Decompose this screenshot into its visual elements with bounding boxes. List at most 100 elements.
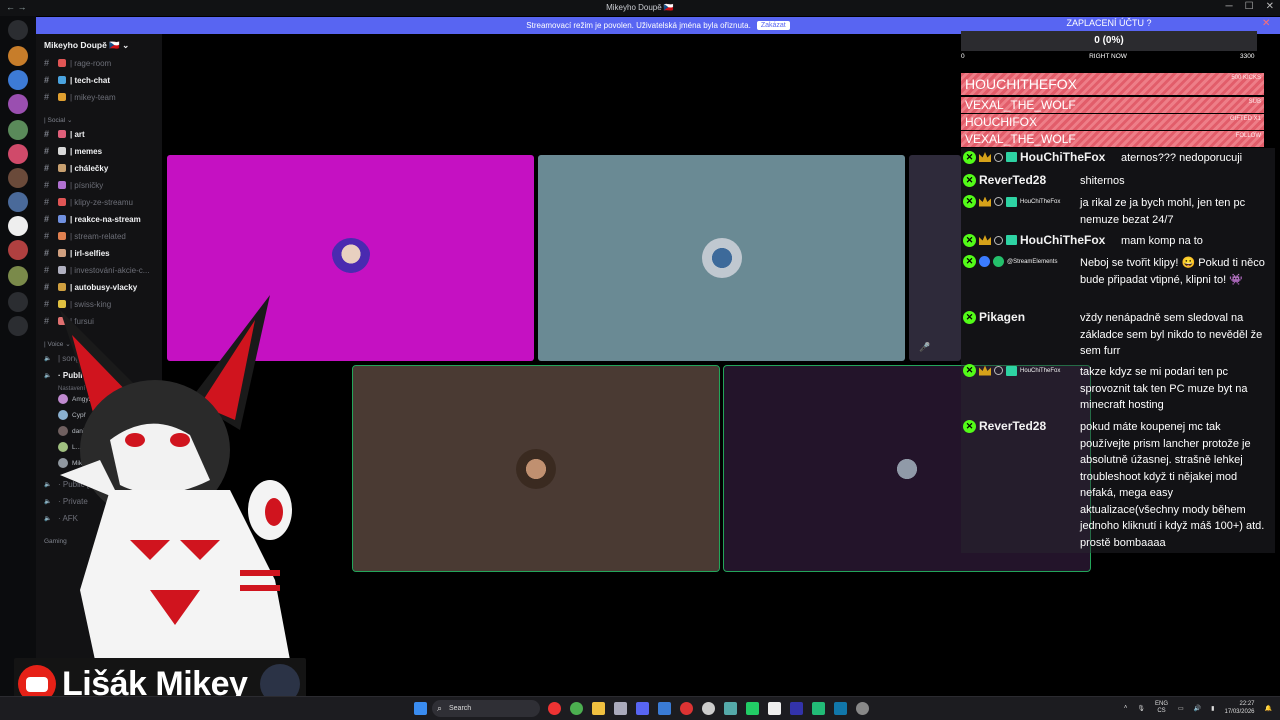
- hash-icon: #: [44, 75, 50, 85]
- disable-streamer-mode-button[interactable]: Zakázat: [756, 21, 790, 30]
- server-icon[interactable]: [8, 216, 28, 236]
- event-kind: 500 KICKS: [1231, 75, 1261, 81]
- app-icon[interactable]: [680, 702, 693, 715]
- taskbar-search[interactable]: Search: [432, 700, 540, 717]
- keyboard-code: CS: [1157, 708, 1166, 714]
- server-icon[interactable]: [8, 144, 28, 164]
- category-header[interactable]: | Social ⌄: [44, 116, 72, 124]
- server-icon[interactable]: [8, 70, 28, 90]
- title-bar: ← → Mikeyho Doupě 🇨🇿 ─ ☐ ✕: [0, 0, 1280, 16]
- app-icon[interactable]: [856, 702, 869, 715]
- channel-item[interactable]: # | reakce-na-stream: [44, 212, 156, 226]
- kick-badge-icon: ✕: [963, 150, 976, 164]
- discover-icon[interactable]: [8, 316, 28, 336]
- language-indicator[interactable]: ENG CS: [1155, 701, 1168, 715]
- chat-username[interactable]: HouChiTheFox: [1020, 368, 1060, 374]
- channel-item[interactable]: # | investování-akcie-c...: [44, 263, 156, 277]
- server-icon[interactable]: [8, 266, 28, 286]
- channel-item[interactable]: # | písničky: [44, 178, 156, 192]
- call-tile[interactable]: [352, 365, 720, 572]
- server-name[interactable]: Mikeyho Doupě 🇨🇿 ⌄: [44, 40, 154, 51]
- vscode-icon[interactable]: [658, 702, 671, 715]
- channel-emoji-icon: [58, 130, 66, 138]
- server-icon[interactable]: [8, 120, 28, 140]
- file-explorer-icon[interactable]: [592, 702, 605, 715]
- channel-item[interactable]: # | klipy-ze-streamu: [44, 195, 156, 209]
- chat-username[interactable]: @StreamElements: [1007, 259, 1057, 265]
- server-icon[interactable]: [8, 94, 28, 114]
- chat-username[interactable]: HouChiTheFox: [1020, 199, 1060, 205]
- notification-icon[interactable]: 🔔: [1265, 705, 1272, 712]
- chat-username[interactable]: HouChiTheFox: [1020, 233, 1105, 247]
- notion-icon[interactable]: [768, 702, 781, 715]
- channel-emoji-icon: [58, 147, 66, 155]
- taskbar: Search ˄ 🎙 ENG CS ▭ 🔊 ▮ 22:27 17/03/2026…: [0, 696, 1280, 720]
- channel-label: | reakce-na-stream: [70, 214, 141, 224]
- chat-meta: ✕ HouChiTheFox: [963, 150, 1105, 164]
- call-tile[interactable]: 🎤: [909, 155, 961, 361]
- server-icon[interactable]: [8, 168, 28, 188]
- clock[interactable]: 22:27 17/03/2026: [1224, 700, 1254, 716]
- channel-item[interactable]: # | chálečky: [44, 161, 156, 175]
- mic-icon[interactable]: 🎙: [1137, 705, 1145, 712]
- settings-icon[interactable]: [702, 702, 715, 715]
- server-icon[interactable]: [8, 46, 28, 66]
- channel-item[interactable]: # | tech-chat: [44, 73, 156, 87]
- chat-username[interactable]: Pikagen: [979, 310, 1025, 324]
- window-title: Mikeyho Doupě 🇨🇿: [606, 3, 674, 12]
- gift-badge-icon: [1006, 196, 1017, 207]
- chat-text: shiternos: [1080, 175, 1125, 187]
- goal-progress-text: 0 (0%): [1094, 35, 1124, 46]
- app-icon[interactable]: [724, 702, 737, 715]
- channel-item[interactable]: # | rage-room: [44, 56, 156, 70]
- channel-item[interactable]: # | memes: [44, 144, 156, 158]
- steam-icon[interactable]: [834, 702, 847, 715]
- chat-text: mam komp na to: [1121, 235, 1203, 247]
- chat-meta: ✕ @StreamElements: [963, 255, 1057, 268]
- chat-text: vždy nenápadně sem sledoval na základce …: [1080, 312, 1263, 357]
- app-icon[interactable]: [746, 702, 759, 715]
- server-icon[interactable]: [8, 240, 28, 260]
- hash-icon: #: [44, 146, 50, 156]
- volume-icon[interactable]: 🔊: [1194, 705, 1201, 712]
- minimize-icon[interactable]: ─: [1226, 1, 1233, 12]
- close-icon[interactable]: ✕: [1266, 1, 1274, 12]
- paw-badge-icon: [994, 197, 1003, 206]
- chat-username[interactable]: ReverTed28: [979, 419, 1046, 433]
- channel-emoji-icon: [58, 232, 66, 240]
- bot-badge-icon: [979, 256, 990, 267]
- vtuber-avatar: [60, 295, 292, 660]
- channel-item[interactable]: # | stream-related: [44, 229, 156, 243]
- channel-emoji-icon: [58, 76, 66, 84]
- chat-text: takze kdyz se mi podari ten pc sprovozni…: [1080, 366, 1248, 411]
- gift-badge-icon: [1006, 365, 1017, 376]
- channel-item[interactable]: # | art: [44, 127, 156, 141]
- channel-item[interactable]: # | mikey-team: [44, 90, 156, 104]
- chat-username[interactable]: HouChiTheFox: [1020, 150, 1105, 164]
- channel-label: | irl-selfies: [70, 248, 110, 258]
- chat-meta: ✕ HouChiTheFox: [963, 195, 1060, 208]
- maximize-icon[interactable]: ☐: [1245, 1, 1254, 12]
- discord-icon[interactable]: [636, 702, 649, 715]
- chat-username[interactable]: ReverTed28: [979, 173, 1046, 187]
- app-icon[interactable]: [790, 702, 803, 715]
- event-alert: VEXAL_THE_WOLF SUB: [961, 97, 1264, 113]
- discord-home-icon[interactable]: [8, 20, 28, 40]
- participant-avatar: [330, 238, 371, 278]
- call-tile[interactable]: [538, 155, 905, 361]
- close-icon[interactable]: ✕: [1262, 18, 1270, 29]
- channel-item[interactable]: # | irl-selfies: [44, 246, 156, 260]
- add-server-icon[interactable]: [8, 292, 28, 312]
- battery-icon[interactable]: ▮: [1211, 705, 1214, 712]
- app-icon[interactable]: [570, 702, 583, 715]
- windows-start-icon[interactable]: [414, 702, 427, 715]
- gift-badge-icon: [1006, 152, 1017, 162]
- app-icon[interactable]: [614, 702, 627, 715]
- mic-icon: 🎤: [919, 342, 931, 352]
- event-user: VEXAL_THE_WOLF: [965, 132, 1076, 146]
- chat-icon[interactable]: ▭: [1178, 705, 1184, 712]
- chevron-up-icon[interactable]: ˄: [1124, 705, 1128, 711]
- opera-icon[interactable]: [548, 702, 561, 715]
- app-icon[interactable]: [812, 702, 825, 715]
- server-icon[interactable]: [8, 192, 28, 212]
